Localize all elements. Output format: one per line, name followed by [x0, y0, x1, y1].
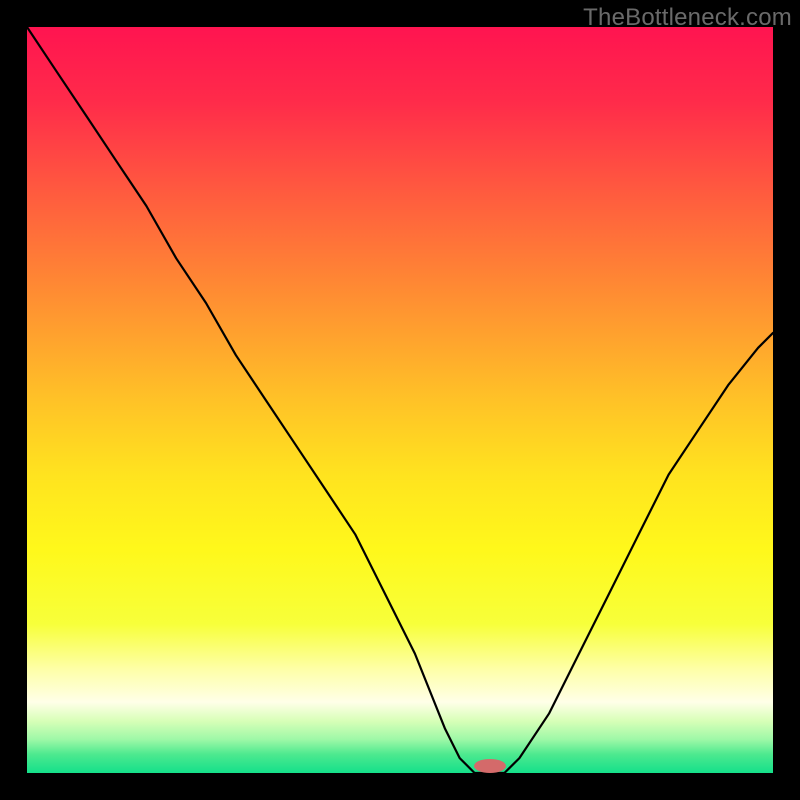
chart-frame: TheBottleneck.com — [0, 0, 800, 800]
optimum-marker — [474, 759, 506, 773]
bottleneck-chart — [0, 0, 800, 800]
gradient-background — [27, 27, 773, 773]
watermark-label: TheBottleneck.com — [583, 4, 792, 32]
